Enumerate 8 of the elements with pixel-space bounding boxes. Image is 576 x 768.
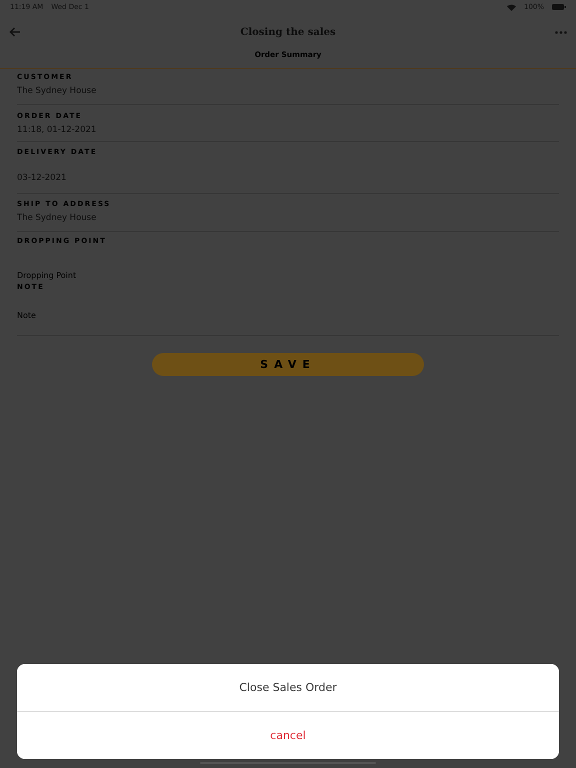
more-icon[interactable] <box>555 30 567 34</box>
save-button[interactable]: SAVE <box>152 353 424 376</box>
input-field[interactable]: Note <box>17 309 217 321</box>
wifi-icon <box>506 4 516 10</box>
input-field[interactable]: Dropping Point <box>17 269 217 281</box>
cancel-button[interactable]: cancel <box>17 711 559 759</box>
battery-icon <box>552 4 566 10</box>
back-arrow-icon[interactable] <box>9 27 21 37</box>
